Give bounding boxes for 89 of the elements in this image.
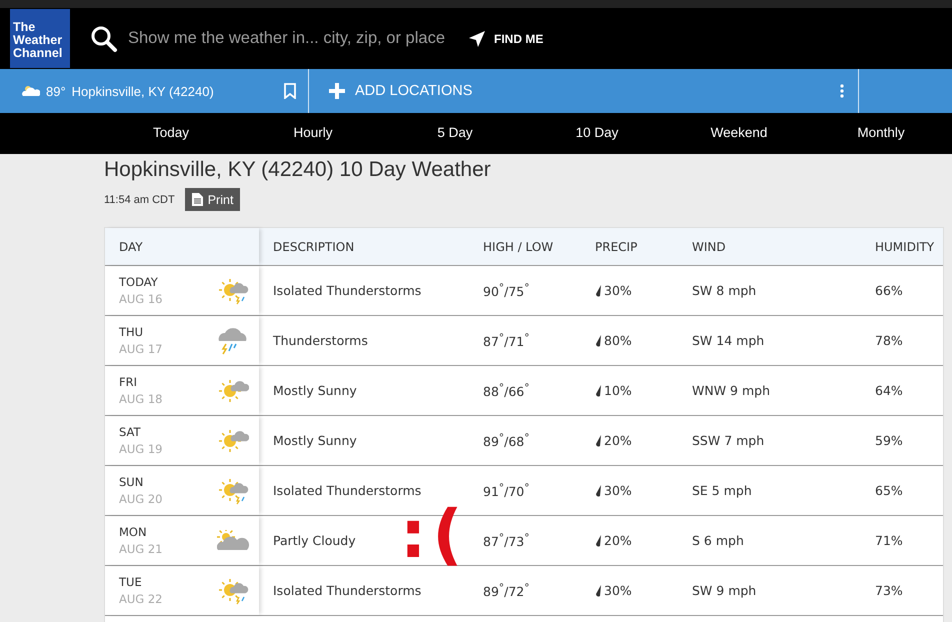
day-date: AUG 16 bbox=[119, 292, 162, 306]
day-name: FRI bbox=[119, 375, 138, 389]
sun-cloud-storm-icon bbox=[219, 276, 249, 304]
precip-chance: 20% bbox=[604, 433, 632, 448]
location-arrow-icon bbox=[468, 30, 486, 48]
day-name: TUE bbox=[119, 575, 143, 589]
day-date: AUG 18 bbox=[119, 392, 162, 406]
weather-description: Partly Cloudy bbox=[273, 533, 356, 548]
current-temperature: 89° bbox=[46, 84, 66, 98]
high-low-temperature: 89$^{°}$/68$^{°}$ bbox=[483, 432, 530, 450]
page-title: Hopkinsville, KY (42240) 10 Day Weather bbox=[104, 158, 492, 182]
raindrop-icon bbox=[595, 284, 602, 296]
timestamp: 11:54 am CDT bbox=[104, 194, 175, 206]
humidity: 59% bbox=[875, 433, 903, 448]
column-header: WIND bbox=[691, 238, 727, 256]
precip-chance: 10% bbox=[604, 383, 632, 398]
raindrop-icon bbox=[595, 384, 602, 396]
sun-cloud-icon bbox=[22, 85, 40, 97]
sun-cloud-storm-icon bbox=[219, 576, 249, 604]
bookmark-icon[interactable] bbox=[284, 83, 296, 99]
humidity: 71% bbox=[875, 533, 903, 548]
high-low-temperature: 87$^{°}$/73$^{°}$ bbox=[483, 532, 530, 550]
find-me-button[interactable]: FIND ME bbox=[462, 28, 550, 48]
humidity: 73% bbox=[875, 583, 903, 598]
column-header: PRECIP bbox=[594, 238, 638, 256]
wind: SW 14 mph bbox=[692, 333, 764, 348]
precip-chance: 20% bbox=[604, 533, 632, 548]
precip-chance: 30% bbox=[604, 583, 632, 598]
weather-description: Isolated Thunderstorms bbox=[273, 283, 422, 298]
high-low-temperature: 89$^{°}$/72$^{°}$ bbox=[483, 582, 530, 600]
day-date: AUG 21 bbox=[119, 542, 162, 556]
wind: SE 5 mph bbox=[692, 483, 752, 498]
column-header: HUMIDITY bbox=[874, 238, 936, 256]
column-header: DAY bbox=[105, 228, 259, 265]
weather-description: Isolated Thunderstorms bbox=[273, 583, 422, 598]
raindrop-icon bbox=[595, 334, 602, 346]
sun-cloud-icon bbox=[219, 428, 249, 454]
wind: SW 9 mph bbox=[692, 583, 756, 598]
precip-chance: 30% bbox=[604, 483, 632, 498]
raindrop-icon bbox=[595, 434, 602, 446]
precip-chance: 30% bbox=[604, 283, 632, 298]
more-options-icon[interactable] bbox=[840, 84, 844, 98]
nav-tab[interactable]: Monthly bbox=[857, 123, 905, 144]
document-icon bbox=[192, 193, 203, 206]
search-field[interactable]: Show me the weather in... city, zip, or place bbox=[126, 28, 456, 49]
humidity: 78% bbox=[875, 333, 903, 348]
sun-cloud-icon bbox=[219, 378, 249, 404]
nav-tab[interactable]: Today bbox=[152, 123, 190, 144]
day-name: SAT bbox=[119, 425, 142, 439]
cloud-sun-icon bbox=[217, 530, 249, 552]
nav-tab[interactable]: 5 Day bbox=[437, 123, 473, 144]
day-date: AUG 19 bbox=[119, 442, 162, 456]
plus-icon bbox=[329, 83, 345, 99]
wind: SW 8 mph bbox=[692, 283, 756, 298]
logo[interactable]: The Weather Channel bbox=[10, 9, 70, 68]
high-low-temperature: 91$^{°}$/70$^{°}$ bbox=[483, 482, 530, 500]
raindrop-icon bbox=[595, 484, 602, 496]
day-name: TODAY bbox=[119, 275, 159, 289]
nav-tab[interactable]: Weekend bbox=[710, 123, 768, 144]
raindrop-icon bbox=[595, 534, 602, 546]
annotation-text: :( bbox=[400, 502, 469, 568]
weather-description: Thunderstorms bbox=[273, 333, 368, 348]
column-header: DESCRIPTION bbox=[272, 238, 356, 256]
day-date: AUG 22 bbox=[119, 592, 162, 606]
day-name: SUN bbox=[119, 475, 144, 489]
day-name: THU bbox=[119, 325, 144, 339]
weather-description: Mostly Sunny bbox=[273, 383, 357, 398]
wind: S 6 mph bbox=[692, 533, 744, 548]
humidity: 66% bbox=[875, 283, 903, 298]
day-date: AUG 17 bbox=[119, 342, 162, 356]
raindrop-icon bbox=[595, 584, 602, 596]
weather-description: Isolated Thunderstorms bbox=[273, 483, 422, 498]
humidity: 65% bbox=[875, 483, 903, 498]
high-low-temperature: 88$^{°}$/66$^{°}$ bbox=[483, 382, 530, 400]
high-low-temperature: 90$^{°}$/75$^{°}$ bbox=[483, 282, 530, 300]
sun-cloud-storm-icon bbox=[219, 476, 249, 504]
day-date: AUG 20 bbox=[119, 492, 162, 506]
wind: WNW 9 mph bbox=[692, 383, 770, 398]
day-name: MON bbox=[119, 525, 148, 539]
high-low-temperature: 87$^{°}$/71$^{°}$ bbox=[483, 332, 530, 350]
column-header: HIGH / LOW bbox=[482, 238, 554, 256]
nav-tab[interactable]: Hourly bbox=[293, 123, 332, 144]
print-button[interactable]: Print bbox=[184, 188, 240, 211]
humidity: 64% bbox=[875, 383, 903, 398]
weather-description: Mostly Sunny bbox=[273, 433, 357, 448]
precip-chance: 80% bbox=[604, 333, 632, 348]
nav-tab[interactable]: 10 Day bbox=[576, 123, 618, 144]
wind: SSW 7 mph bbox=[692, 433, 764, 448]
search-icon bbox=[90, 24, 118, 52]
